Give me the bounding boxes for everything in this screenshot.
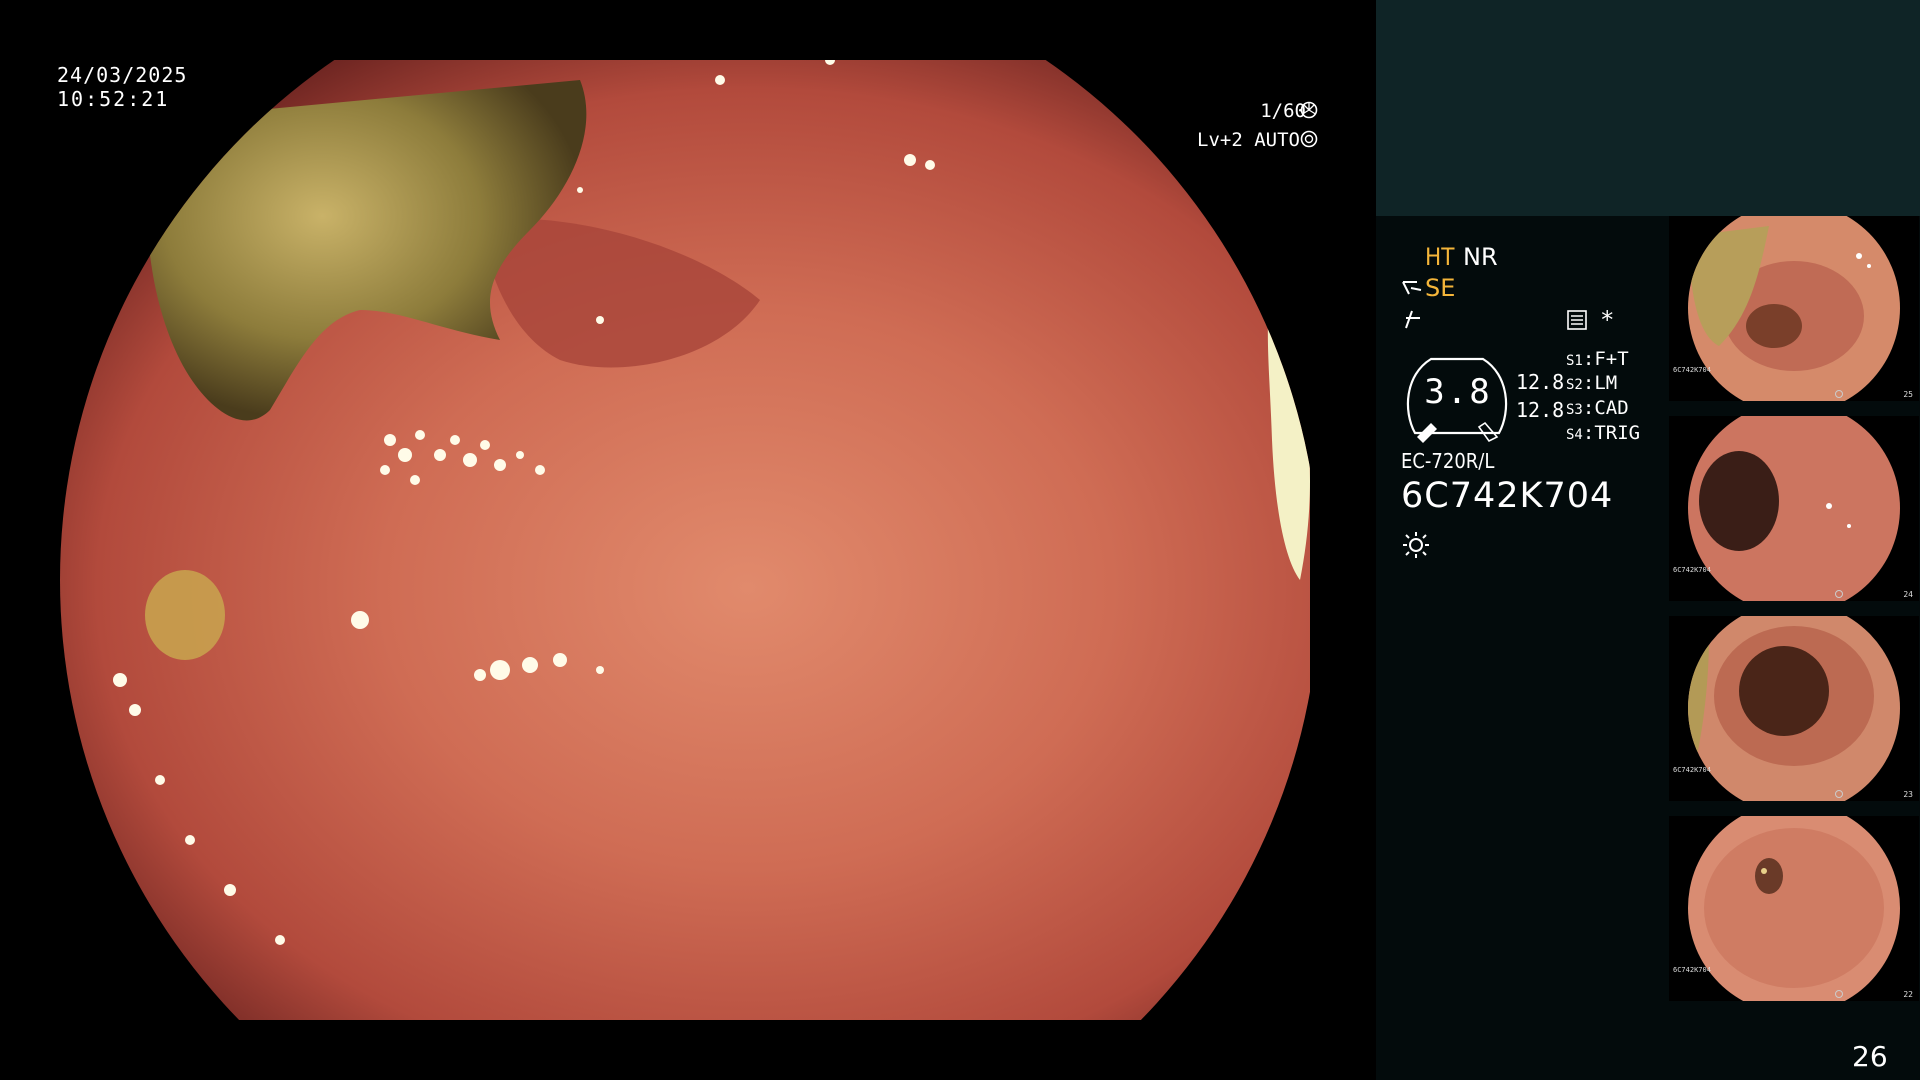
value-1: 12.8	[1516, 370, 1565, 394]
nr-label: NR	[1463, 243, 1498, 271]
page-number: 26	[1852, 1040, 1888, 1073]
thumb-serial: 6C742K704	[1673, 566, 1711, 574]
scope-model: EC-720R/L	[1401, 449, 1495, 473]
exam-time: 10:52:21	[57, 87, 170, 111]
thumb-dot	[1835, 590, 1843, 598]
shutter-speed: 1/60	[1260, 100, 1306, 122]
thumb-dot	[1835, 390, 1843, 398]
se-mode-icon	[1402, 281, 1422, 295]
thumb-number: 23	[1903, 790, 1913, 799]
thumbnail-3[interactable]: 6C742K704 23	[1669, 616, 1919, 801]
switch-s2: S2:LM	[1566, 372, 1618, 394]
dial-value: 3.8	[1424, 372, 1492, 412]
structure-enhance-icon	[1405, 310, 1420, 329]
exam-date: 24/03/2025	[57, 63, 188, 87]
thumb-serial: 6C742K704	[1673, 966, 1711, 974]
level-auto: Lv+2 AUTO	[1197, 129, 1300, 151]
shutter-icon	[1300, 101, 1318, 119]
switch-s4: S4:TRIG	[1566, 422, 1641, 444]
value-2: 12.8	[1516, 398, 1565, 422]
light-icon	[1403, 532, 1429, 558]
thumbnail-2[interactable]: 6C742K704 24	[1669, 416, 1919, 601]
asterisk-indicator: *	[1600, 306, 1615, 334]
thumb-number: 24	[1903, 590, 1913, 599]
endoscope-image	[60, 60, 1310, 1020]
panel-header	[1376, 0, 1920, 216]
thumb-dot	[1835, 790, 1843, 798]
auto-exposure-icon	[1300, 130, 1318, 148]
thumb-dot	[1835, 990, 1843, 998]
thumb-serial: 6C742K704	[1673, 366, 1711, 374]
ht-label: HT	[1425, 243, 1455, 271]
thumb-number: 22	[1903, 990, 1913, 999]
thumb-serial: 6C742K704	[1673, 766, 1711, 774]
thumb-number: 25	[1903, 390, 1913, 399]
switch-s3: S3:CAD	[1566, 397, 1629, 419]
thumbnail-1[interactable]: 6C742K704 25	[1669, 216, 1919, 401]
se-label: SE	[1425, 274, 1456, 302]
memory-icon	[1567, 310, 1587, 330]
scope-serial: 6C742K704	[1401, 476, 1614, 516]
switch-s1: S1:F+T	[1566, 348, 1629, 370]
thumbnail-4[interactable]: 6C742K704 22	[1669, 816, 1919, 1001]
